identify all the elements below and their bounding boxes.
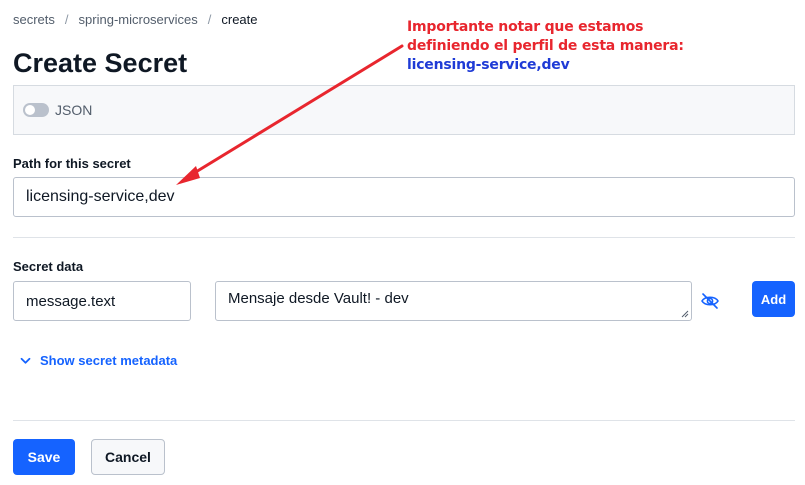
add-button[interactable]: Add	[752, 281, 795, 317]
secret-value-textarea[interactable]: Mensaje desde Vault! - dev	[215, 281, 692, 321]
cancel-button[interactable]: Cancel	[91, 439, 165, 475]
json-toolbar: JSON	[13, 85, 795, 135]
breadcrumb-separator: /	[64, 12, 69, 27]
resize-grip-icon[interactable]	[681, 310, 689, 318]
eye-slash-icon[interactable]	[700, 292, 720, 310]
breadcrumb-spring-microservices[interactable]: spring-microservices	[79, 12, 198, 27]
chevron-down-icon	[20, 357, 31, 364]
breadcrumb-secrets[interactable]: secrets	[13, 12, 55, 27]
breadcrumb-create: create	[221, 12, 258, 27]
breadcrumb-separator: /	[207, 12, 212, 27]
annotation-line-3: licensing-service,dev	[407, 57, 570, 73]
annotation-note: Importante notar que estamos definiendo …	[407, 18, 697, 75]
path-label: Path for this secret	[13, 156, 131, 171]
show-metadata-label: Show secret metadata	[40, 353, 178, 368]
show-metadata-toggle[interactable]: Show secret metadata	[20, 353, 177, 368]
divider	[13, 420, 795, 421]
create-secret-page: secrets / spring-microservices / create …	[0, 0, 805, 485]
path-input[interactable]	[13, 177, 795, 217]
annotation-line-2: definiendo el perfil de esta manera:	[407, 38, 684, 54]
secret-data-label: Secret data	[13, 259, 84, 274]
page-title: Create Secret	[13, 48, 188, 78]
json-toggle-label: JSON	[55, 102, 93, 118]
breadcrumb: secrets / spring-microservices / create	[13, 12, 258, 27]
divider	[13, 237, 795, 238]
annotation-line-1: Importante notar que estamos	[407, 19, 644, 35]
save-button[interactable]: Save	[13, 439, 75, 475]
json-toggle[interactable]	[23, 103, 49, 117]
secret-key-input[interactable]	[13, 281, 191, 321]
